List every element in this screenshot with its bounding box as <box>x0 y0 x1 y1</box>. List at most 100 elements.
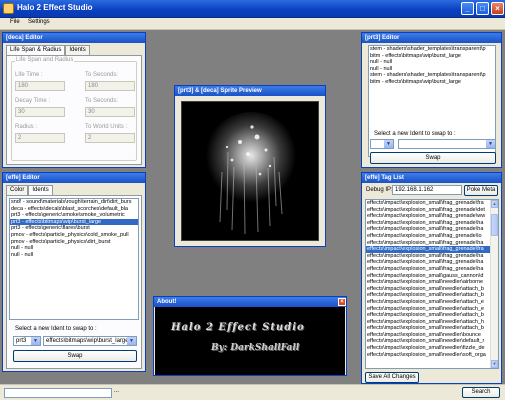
tag-list-item[interactable]: effects\impact\explosion_small\frag_gren… <box>366 213 490 220</box>
menu-settings[interactable]: Settings <box>24 19 54 25</box>
deca-tab-body: Life Span and Radius Life Time : 180 To … <box>6 55 142 165</box>
scroll-up-icon[interactable]: ▲ <box>491 200 498 208</box>
effe-ident-item[interactable]: prt3 - effects\bitmaps\wip\burst_large <box>10 218 138 226</box>
tag-list-scrollbar[interactable]: ▲ ▼ <box>490 200 498 368</box>
prt3-ident-item[interactable]: null - null <box>369 66 495 73</box>
tag-list-item[interactable]: effects\impact\explosion_small\needler\a… <box>366 286 490 293</box>
deca-editor-title: [deca] Editor <box>3 33 145 43</box>
poke-meta-button[interactable]: Poke Meta <box>464 185 498 196</box>
menu-file[interactable]: File <box>6 19 24 25</box>
prt3-ident-item[interactable]: bitm - effects\bitmaps\wip\burst_large <box>369 53 495 60</box>
effe-editor-panel: [effe] Editor Color Idents snd! - sound\… <box>2 172 146 372</box>
prt3-ident-item[interactable]: bitm - effects\bitmaps\wip\burst_large <box>369 79 495 86</box>
tag-list-item[interactable]: effects\impact\explosion_small\frag_gren… <box>366 259 490 266</box>
tag-list-item[interactable]: effects\impact\explosion_small\needler\a… <box>366 319 490 326</box>
tag-list-item[interactable]: effects\impact\explosion_small\frag_gren… <box>366 253 490 260</box>
life-time-label: Life Time : <box>15 72 43 78</box>
sprite-canvas <box>181 101 319 241</box>
effe-ident-item[interactable]: pmov - effects\particle_physics\cold_smo… <box>10 232 138 239</box>
title-bar: Halo 2 Effect Studio _ □ × <box>0 0 505 18</box>
life-seconds-label: To Seconds: <box>85 72 119 78</box>
tag-list-item[interactable]: effects\impact\explosion_small\frag_gren… <box>366 233 490 240</box>
effe-tab-body: snd! - sound\materials\rough\terrain_dir… <box>6 195 142 369</box>
browse-button[interactable]: ... <box>114 388 119 394</box>
burst-sprite-image <box>182 102 318 240</box>
about-panel: About! × Halo 2 Effect Studio By: DarkSh… <box>153 296 347 376</box>
sprite-preview-title: [prt3] & [deca] Sprite Preview <box>175 86 325 96</box>
effe-ident-item[interactable]: deca - effects\decals\blast_scorches\def… <box>10 206 138 213</box>
effe-ident-item[interactable]: null - null <box>10 252 138 259</box>
world-units-field[interactable]: 2 <box>85 133 135 143</box>
tag-list-item[interactable]: effects\impact\explosion_small\gauss_can… <box>366 273 490 280</box>
tag-list-item[interactable]: effects\impact\explosion_small\needler\d… <box>366 338 490 345</box>
prt3-editor-title: [prt3] Editor <box>362 33 501 43</box>
save-all-changes-button[interactable]: Save All Changes <box>365 372 419 383</box>
maximize-button[interactable]: □ <box>476 2 489 15</box>
tag-list-title: [effe] Tag List <box>362 173 501 183</box>
window-title: Halo 2 Effect Studio <box>17 3 93 12</box>
tag-list-item[interactable]: effects\impact\explosion_small\frag_gren… <box>366 266 490 273</box>
tag-list-panel: [effe] Tag List Debug IP: 192.168.1.162 … <box>361 172 502 384</box>
tag-list-item[interactable]: effects\impact\explosion_small\needler\a… <box>366 306 490 313</box>
tag-list-item[interactable]: effects\impact\explosion_small\needler\a… <box>366 279 490 286</box>
effe-type-combo[interactable]: prt3 ▼ <box>13 336 41 346</box>
decay-seconds-field[interactable]: 30 <box>85 107 135 117</box>
minimize-button[interactable]: _ <box>461 2 474 15</box>
tag-list-item[interactable]: effects\impact\explosion_small\frag_gren… <box>366 246 490 253</box>
effe-swap-label: Select a new Ident to swap to : <box>15 326 97 332</box>
effe-swap-button[interactable]: Swap <box>13 350 137 362</box>
close-button[interactable]: × <box>491 2 504 15</box>
effe-ident-item[interactable]: snd! - sound\materials\rough\terrain_dir… <box>10 199 138 206</box>
effe-ident-item[interactable]: prt3 - effects\generic\smoke\smoke_volum… <box>10 212 138 219</box>
scroll-thumb[interactable] <box>491 214 498 236</box>
effe-ident-list[interactable]: snd! - sound\materials\rough\terrain_dir… <box>9 198 139 320</box>
tab-color[interactable]: Color <box>6 185 29 195</box>
prt3-swap-button[interactable]: Swap <box>370 152 496 164</box>
chevron-down-icon: ▼ <box>31 337 40 345</box>
effe-ident-item[interactable]: null - null <box>10 245 138 252</box>
prt3-ident-item[interactable]: stem - shaders\shader_templates\transpar… <box>369 72 495 79</box>
tag-list[interactable]: effects\impact\explosion_small\frag_gren… <box>365 199 499 369</box>
tag-list-item[interactable]: effects\impact\explosion_small\needler\a… <box>366 292 490 299</box>
tag-list-item[interactable]: effects\impact\explosion_small\frag_gren… <box>366 207 490 214</box>
tag-list-item[interactable]: effects\impact\explosion_small\needler\a… <box>366 325 490 332</box>
tag-list-item[interactable]: effects\impact\explosion_small\frag_gren… <box>366 226 490 233</box>
search-input[interactable] <box>4 388 112 398</box>
prt3-ident-item[interactable]: stem - shaders\shader_templates\transpar… <box>369 46 495 53</box>
effe-editor-title: [effe] Editor <box>3 173 145 183</box>
about-logo-text: Halo 2 Effect Studio <box>171 322 305 333</box>
tag-list-item[interactable]: effects\impact\explosion_small\needler\a… <box>366 299 490 306</box>
life-span-group-title: Life Span and Radius <box>15 57 75 63</box>
tag-list-item[interactable]: effects\impact\explosion_small\frag_gren… <box>366 240 490 247</box>
tag-list-item[interactable]: effects\impact\explosion_small\needler\b… <box>366 332 490 339</box>
effe-ident-item[interactable]: pmov - effects\particle_physics\dirt_bur… <box>10 239 138 246</box>
effe-path-combo[interactable]: effects\bitmaps\wip\burst_large ▼ <box>43 336 137 346</box>
tag-list-item[interactable]: effects\impact\explosion_small\needler\a… <box>366 312 490 319</box>
life-seconds-field[interactable]: 180 <box>85 81 135 91</box>
decay-time-field[interactable]: 30 <box>15 107 65 117</box>
search-button[interactable]: Search <box>462 387 500 398</box>
radius-field[interactable]: 2 <box>15 133 65 143</box>
about-title: About! <box>154 297 346 307</box>
about-banner: Halo 2 Effect Studio By: DarkShallFall <box>155 307 345 375</box>
effe-type-value: prt3 <box>16 338 27 344</box>
tag-list-item[interactable]: effects\impact\explosion_small\needler\s… <box>366 352 490 359</box>
debug-ip-label: Debug IP: <box>366 187 393 193</box>
prt3-ident-item[interactable]: null - null <box>369 59 495 66</box>
chevron-down-icon: ▼ <box>384 140 393 148</box>
life-time-field[interactable]: 180 <box>15 81 65 91</box>
tag-list-item[interactable]: effects\impact\explosion_small\needler\f… <box>366 345 490 352</box>
radius-label: Radius : <box>15 124 38 130</box>
bottom-bar: ... Search <box>0 384 505 400</box>
tag-list-item[interactable]: effects\impact\explosion_small\frag_gren… <box>366 200 490 207</box>
prt3-type-combo[interactable]: ▼ <box>370 139 394 149</box>
tab-idents[interactable]: Idents <box>65 45 90 55</box>
prt3-path-combo[interactable]: ▼ <box>398 139 496 149</box>
tag-list-item[interactable]: effects\impact\explosion_small\frag_gren… <box>366 220 490 227</box>
effe-ident-item[interactable]: prt3 - effects\generic\flares\burst <box>10 225 138 232</box>
deca-editor-panel: [deca] Editor Life Span & Radius Idents … <box>2 32 146 168</box>
about-byline: By: DarkShallFall <box>211 343 300 353</box>
scroll-down-icon[interactable]: ▼ <box>491 360 498 368</box>
debug-ip-input[interactable]: 192.168.1.162 <box>392 185 462 195</box>
about-close-button[interactable]: × <box>338 298 346 306</box>
